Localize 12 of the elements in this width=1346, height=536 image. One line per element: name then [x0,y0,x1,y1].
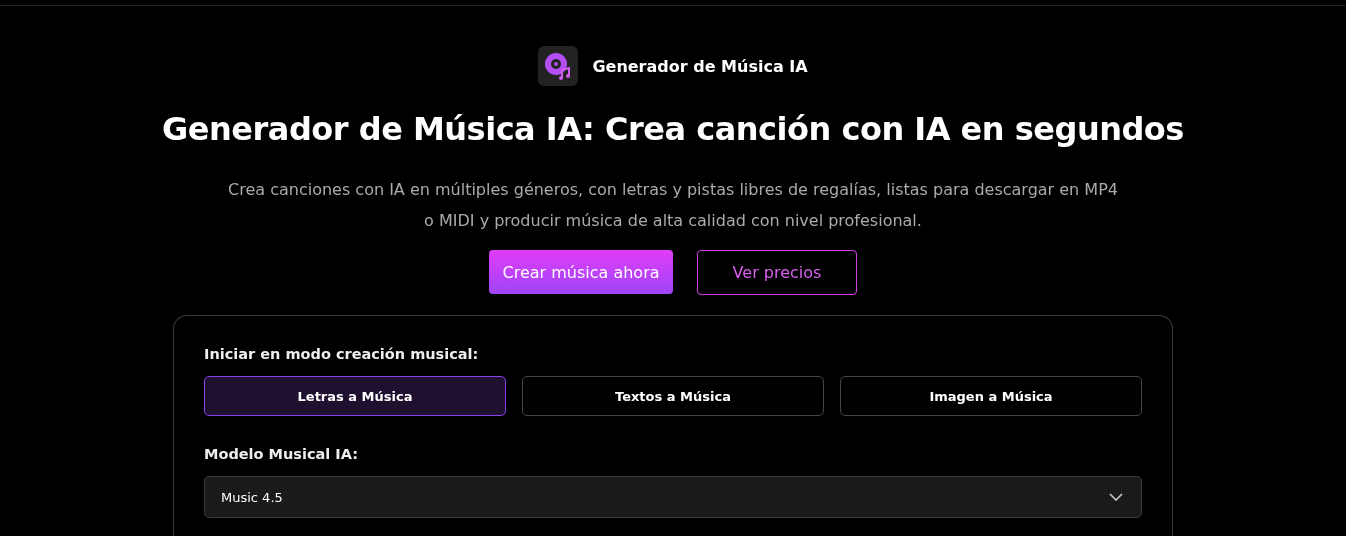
model-select[interactable]: Music 4.5 [204,476,1142,518]
create-music-button[interactable]: Crear música ahora [489,250,673,294]
mode-tab[interactable]: Letras a Música [204,376,506,416]
model-label: Modelo Musical IA: [204,446,360,462]
mode-tab[interactable]: Textos a Música [522,376,824,416]
pricing-button[interactable]: Ver precios [697,250,857,295]
page-title: Generador de Música IA: Crea canción con IA en segundos [162,110,1184,148]
page-subtitle: Crea canciones con IA en múltiples géneros, con letras y pistas libres de regalías, listas para descargar en MP4 o MIDI y producir música de alta calidad con nivel profesional. [227,179,1119,232]
mode-label: Iniciar en modo creación musical: [204,346,480,362]
mode-tab[interactable]: Imagen a Música [840,376,1142,416]
chevron-down-icon [1109,493,1123,501]
brand-name: Generador de Música IA [592,56,808,76]
